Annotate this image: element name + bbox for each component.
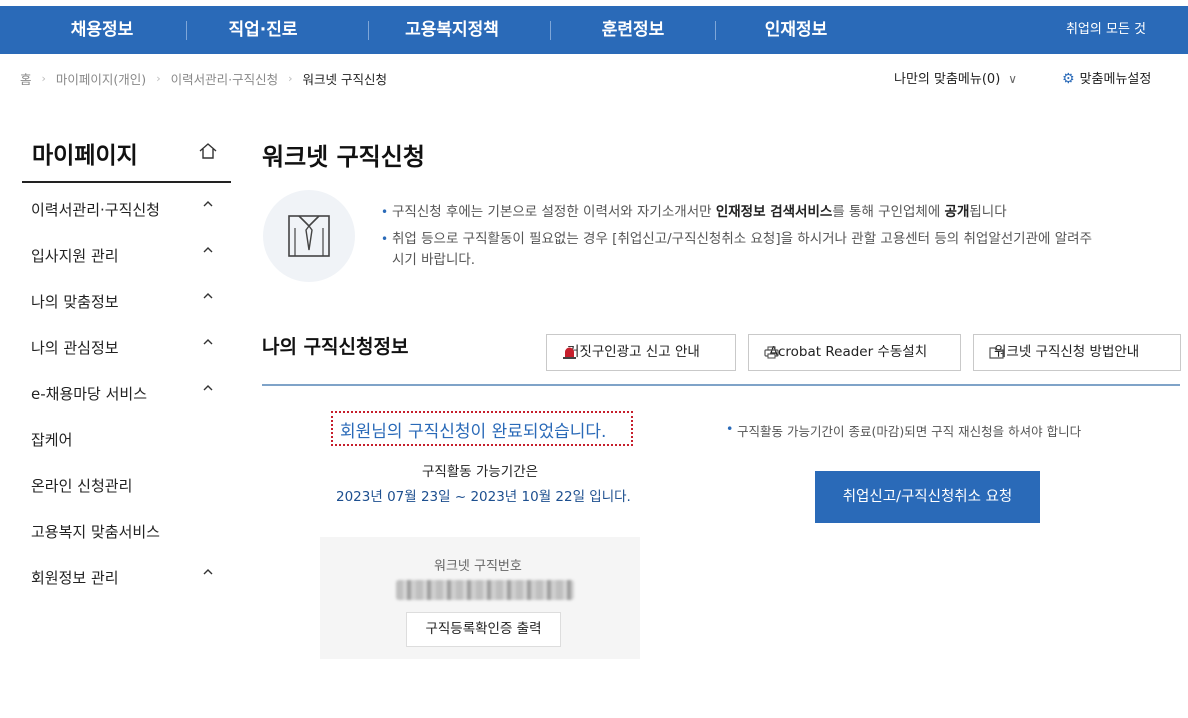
sidebar-item-resume[interactable]: 이력서관리·구직신청: [31, 196, 231, 220]
notice-emphasis: 공개: [944, 204, 970, 220]
top-nav: 채용정보 직업·진로 고용복지정책 훈련정보 인재정보 취업의 모든 것: [0, 6, 1188, 54]
nav-all-about-jobs[interactable]: 취업의 모든 것: [1066, 6, 1146, 54]
bullet-icon: •: [381, 232, 389, 246]
notice-text: 취업 등으로 구직활동이 필요없는 경우 [취업신고/구직신청취소 요청]을 하…: [392, 231, 1092, 247]
sidebar-item-label: 회원정보 관리: [31, 569, 119, 587]
breadcrumb-resume[interactable]: 이력서관리·구직신청: [171, 69, 278, 88]
sidebar-item-online-requests[interactable]: 온라인 신청관리: [31, 472, 231, 496]
notice-emphasis: 인재정보 검색서비스: [715, 204, 833, 220]
nav-divider: [550, 21, 551, 40]
reapply-note-text: 구직활동 가능기간이 종료(마감)되면 구직 재신청을 하셔야 합니다: [737, 424, 1082, 439]
sidebar-item-label: 입사지원 관리: [31, 247, 119, 265]
breadcrumb-home[interactable]: 홈: [20, 69, 32, 88]
sidebar-item-label: 고용복지 맞춤서비스: [31, 523, 160, 541]
siren-icon: [563, 347, 576, 359]
nav-divider: [715, 21, 716, 40]
printer-icon: [764, 346, 779, 359]
nav-item-training[interactable]: 훈련정보: [585, 6, 681, 54]
section-divider: [262, 384, 1180, 386]
shirt-icon: [288, 215, 330, 257]
sidebar-title: 마이페이지: [32, 143, 138, 169]
sidebar-item-jobcare[interactable]: 잡케어: [31, 426, 231, 450]
section-title: 나의 구직신청정보: [262, 336, 409, 358]
print-certificate-button[interactable]: 구직등록확인증 출력: [406, 612, 561, 647]
my-menu-dropdown[interactable]: 나만의 맞춤메뉴(0) ∨: [894, 68, 1017, 87]
page-title: 워크넷 구직신청: [262, 143, 425, 171]
breadcrumb-mypage[interactable]: 마이페이지(개인): [56, 69, 146, 88]
notice-text: 구직신청 후에는 기본으로 설정한 이력서와 자기소개서만: [392, 204, 716, 220]
sidebar-item-label: 잡케어: [31, 431, 73, 449]
sidebar-divider: [22, 181, 231, 183]
nav-item-talent[interactable]: 인재정보: [748, 6, 844, 54]
bullet-icon: •: [726, 421, 734, 436]
chevron-right-icon: ›: [156, 72, 161, 85]
sidebar-item-label: e-채용마당 서비스: [31, 385, 148, 403]
chevron-down-icon: ∨: [1008, 72, 1018, 86]
chevron-up-icon: [203, 339, 213, 345]
chevron-up-icon: [203, 247, 213, 253]
sidebar-item-label: 나의 관심정보: [31, 339, 119, 357]
notice-text: 됩니다: [969, 204, 1007, 220]
button-label: 워크넷 구직신청 방법안내: [994, 344, 1140, 360]
period-value: 2023년 07월 23일 ~ 2023년 10월 22일 입니다.: [336, 489, 631, 505]
sidebar-item-member-info[interactable]: 회원정보 관리: [31, 564, 231, 588]
job-number-label: 워크넷 구직번호: [434, 559, 522, 574]
button-label: Acrobat Reader 수동설치: [769, 344, 928, 360]
nav-item-welfare-policy[interactable]: 고용복지정책: [392, 6, 512, 54]
sidebar-item-welfare-service[interactable]: 고용복지 맞춤서비스: [31, 518, 231, 542]
sidebar-item-e-hiring[interactable]: e-채용마당 서비스: [31, 380, 231, 404]
chevron-up-icon: [203, 569, 213, 575]
button-label: 거짓구인광고 신고 안내: [567, 344, 700, 360]
chevron-up-icon: [203, 201, 213, 207]
menu-settings-label: 맞춤메뉴설정: [1079, 72, 1152, 87]
nav-divider: [186, 21, 187, 40]
breadcrumb-current: 워크넷 구직신청: [302, 72, 387, 87]
bullet-icon: •: [381, 205, 389, 219]
acrobat-install-button[interactable]: Acrobat Reader 수동설치: [748, 334, 961, 371]
shirt-illustration: [263, 190, 355, 282]
nav-divider: [368, 21, 369, 40]
job-number-redacted: [396, 580, 574, 600]
completion-message: 회원님의 구직신청이 완료되었습니다.: [340, 422, 607, 442]
chevron-up-icon: [203, 293, 213, 299]
sidebar-item-label: 이력서관리·구직신청: [31, 201, 160, 219]
howto-guide-button[interactable]: 워크넷 구직신청 방법안내: [973, 334, 1181, 371]
fake-ad-report-button[interactable]: 거짓구인광고 신고 안내: [546, 334, 736, 371]
sidebar-item-label: 나의 맞춤정보: [31, 293, 119, 311]
nav-item-jobs[interactable]: 채용정보: [54, 6, 150, 54]
notice-text: 시기 바랍니다.: [392, 252, 476, 268]
chevron-up-icon: [203, 385, 213, 391]
chevron-right-icon: ›: [41, 72, 46, 85]
period-label: 구직활동 가능기간은: [422, 464, 539, 480]
reapply-note: • 구직활동 가능기간이 종료(마감)되면 구직 재신청을 하셔야 합니다: [726, 421, 1082, 440]
gear-icon: ⚙: [1062, 71, 1075, 87]
notice-text: 를 통해 구인업체에: [832, 204, 945, 220]
sidebar-item-interest-info[interactable]: 나의 관심정보: [31, 334, 231, 358]
my-menu-label: 나만의 맞춤메뉴(0): [894, 72, 1001, 87]
home-icon[interactable]: [198, 142, 218, 160]
menu-settings-button[interactable]: ⚙ 맞춤메뉴설정: [1062, 68, 1151, 87]
sidebar-item-applications[interactable]: 입사지원 관리: [31, 242, 231, 266]
cancel-request-button[interactable]: 취업신고/구직신청취소 요청: [815, 471, 1040, 523]
chevron-right-icon: ›: [288, 72, 293, 85]
breadcrumb: 홈 › 마이페이지(개인) › 이력서관리·구직신청 › 워크넷 구직신청: [20, 69, 387, 87]
notice-cancel-guide: • 취업 등으로 구직활동이 필요없는 경우 [취업신고/구직신청취소 요청]을 …: [381, 229, 1182, 271]
sidebar-item-label: 온라인 신청관리: [31, 477, 133, 495]
sidebar-item-custom-info[interactable]: 나의 맞춤정보: [31, 288, 231, 312]
nav-item-career[interactable]: 직업·진로: [215, 6, 311, 54]
folder-icon: [989, 347, 1004, 359]
notice-resume-public: • 구직신청 후에는 기본으로 설정한 이력서와 자기소개서만 인재정보 검색서비…: [381, 202, 1007, 223]
